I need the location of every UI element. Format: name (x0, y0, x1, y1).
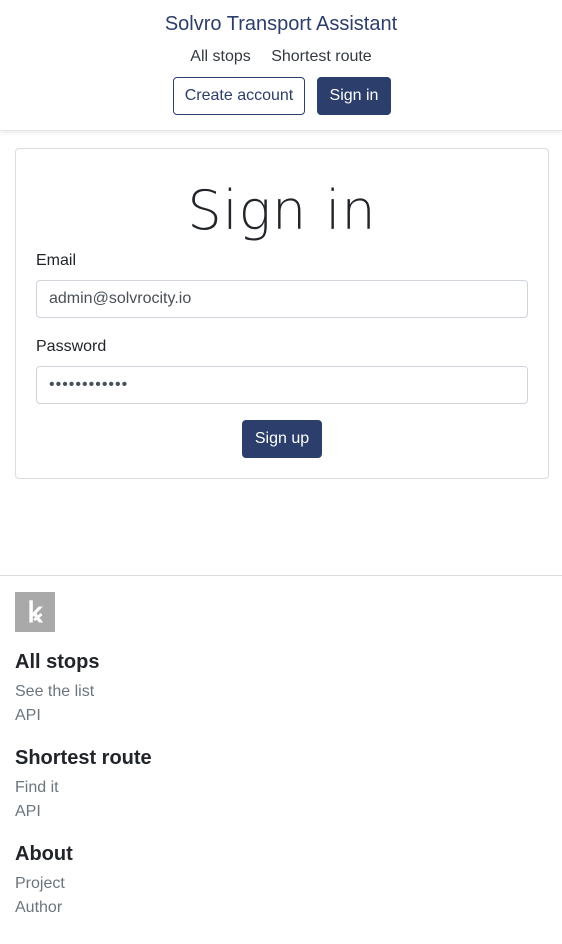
logo-icon: ꝃ (15, 592, 55, 632)
nav-shortest-route[interactable]: Shortest route (271, 48, 372, 65)
sign-in-card: Sign in Email Password Sign up (15, 148, 549, 479)
footer-link-stops-api[interactable]: API (15, 707, 41, 725)
footer: ꝃ All stops See the list API Shortest ro… (0, 575, 562, 944)
top-navbar: Solvro Transport Assistant All stops Sho… (0, 0, 562, 131)
sign-up-submit-button[interactable]: Sign up (242, 420, 322, 458)
email-label: Email (36, 252, 77, 269)
nav-links: All stops Shortest route (0, 48, 562, 66)
footer-link-route-api[interactable]: API (15, 803, 41, 821)
footer-link-find-it[interactable]: Find it (15, 779, 59, 797)
email-input[interactable] (36, 280, 528, 318)
footer-link-project[interactable]: Project (15, 875, 65, 893)
password-label: Password (36, 338, 107, 355)
footer-heading-about: About (15, 843, 73, 865)
nav-all-stops[interactable]: All stops (190, 48, 250, 65)
sign-in-nav-button[interactable]: Sign in (317, 77, 391, 115)
page-title: Sign in (187, 179, 377, 242)
create-account-button[interactable]: Create account (173, 77, 305, 115)
password-input[interactable] (36, 366, 528, 404)
footer-heading-all-stops: All stops (15, 651, 100, 673)
footer-link-see-list[interactable]: See the list (15, 683, 94, 701)
brand-link[interactable]: Solvro Transport Assistant (0, 13, 562, 36)
footer-link-author[interactable]: Author (15, 899, 62, 917)
footer-heading-shortest-route: Shortest route (15, 747, 152, 769)
